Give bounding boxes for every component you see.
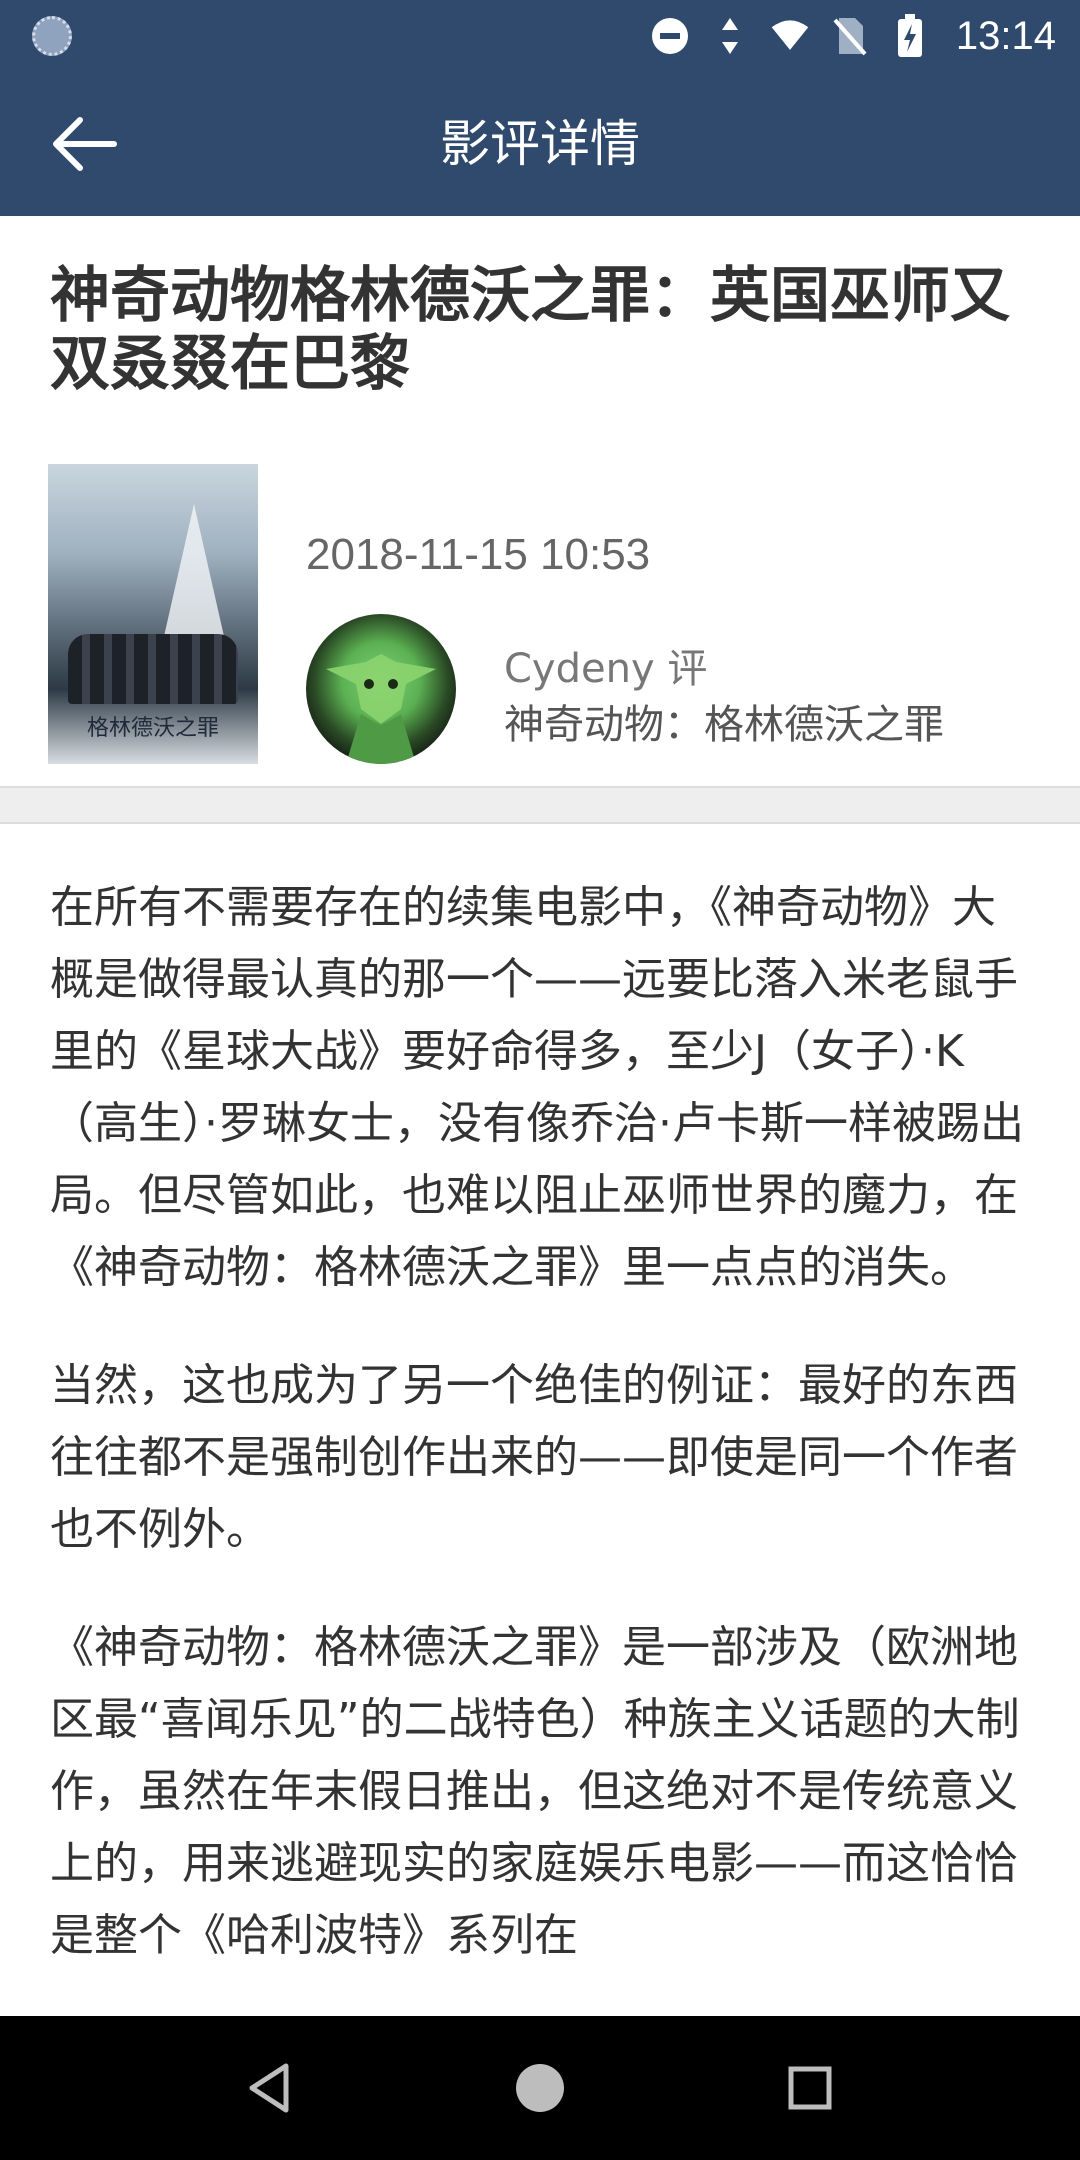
article-body: 在所有不需要存在的续集电影中，《神奇动物》大概是做得最认真的那一个——远要比落入… bbox=[50, 872, 1030, 2012]
article-paragraph: 《神奇动物：格林德沃之罪》是一部涉及（欧洲地区最“喜闻乐见”的二战特色）种族主义… bbox=[50, 1622, 1020, 1961]
movie-poster[interactable]: 格林德沃之罪 bbox=[48, 464, 258, 764]
clock: 13:14 bbox=[955, 13, 1056, 58]
nav-home-button[interactable] bbox=[504, 2052, 576, 2124]
article-paragraph: 在所有不需要存在的续集电影中，《神奇动物》大概是做得最认真的那一个——远要比落入… bbox=[50, 882, 1024, 1293]
data-arrows-icon bbox=[710, 16, 750, 56]
do-not-disturb-icon bbox=[650, 16, 690, 56]
article-paragraph: 当然，这也成为了另一个绝佳的例证：最好的东西往往都不是强制创作出来的——即使是同… bbox=[50, 1360, 1018, 1555]
author-avatar[interactable] bbox=[306, 614, 456, 764]
system-nav-bar bbox=[0, 2016, 1080, 2160]
nav-home-icon bbox=[516, 2064, 564, 2112]
loading-icon bbox=[32, 16, 72, 56]
wifi-icon bbox=[770, 16, 810, 56]
nav-recents-button[interactable] bbox=[774, 2052, 846, 2124]
poster-caption: 格林德沃之罪 bbox=[86, 716, 219, 741]
author-name[interactable]: Cydeny 评 bbox=[504, 636, 707, 694]
movie-name[interactable]: 神奇动物：格林德沃之罪 bbox=[504, 692, 944, 750]
status-icons: 13:14 bbox=[650, 0, 1056, 72]
status-bar: 13:14 bbox=[0, 0, 1080, 72]
battery-charging-icon bbox=[890, 14, 930, 57]
page-title: 影评详情 bbox=[440, 115, 640, 173]
poster-figures-shape bbox=[68, 634, 238, 704]
yoda-figure-icon bbox=[326, 654, 436, 764]
nav-recents-icon bbox=[788, 2066, 832, 2110]
article-title: 神奇动物格林德沃之罪：英国巫师又双叒叕在巴黎 bbox=[50, 261, 1010, 399]
app-bar: 影评详情 bbox=[0, 72, 1080, 216]
nav-back-button[interactable] bbox=[234, 2052, 306, 2124]
review-date: 2018-11-15 10:53 bbox=[306, 530, 651, 579]
nav-back-icon bbox=[249, 2063, 289, 2113]
section-divider bbox=[0, 786, 1080, 824]
no-sim-icon bbox=[830, 16, 870, 56]
poster-spire-shape bbox=[160, 504, 228, 654]
